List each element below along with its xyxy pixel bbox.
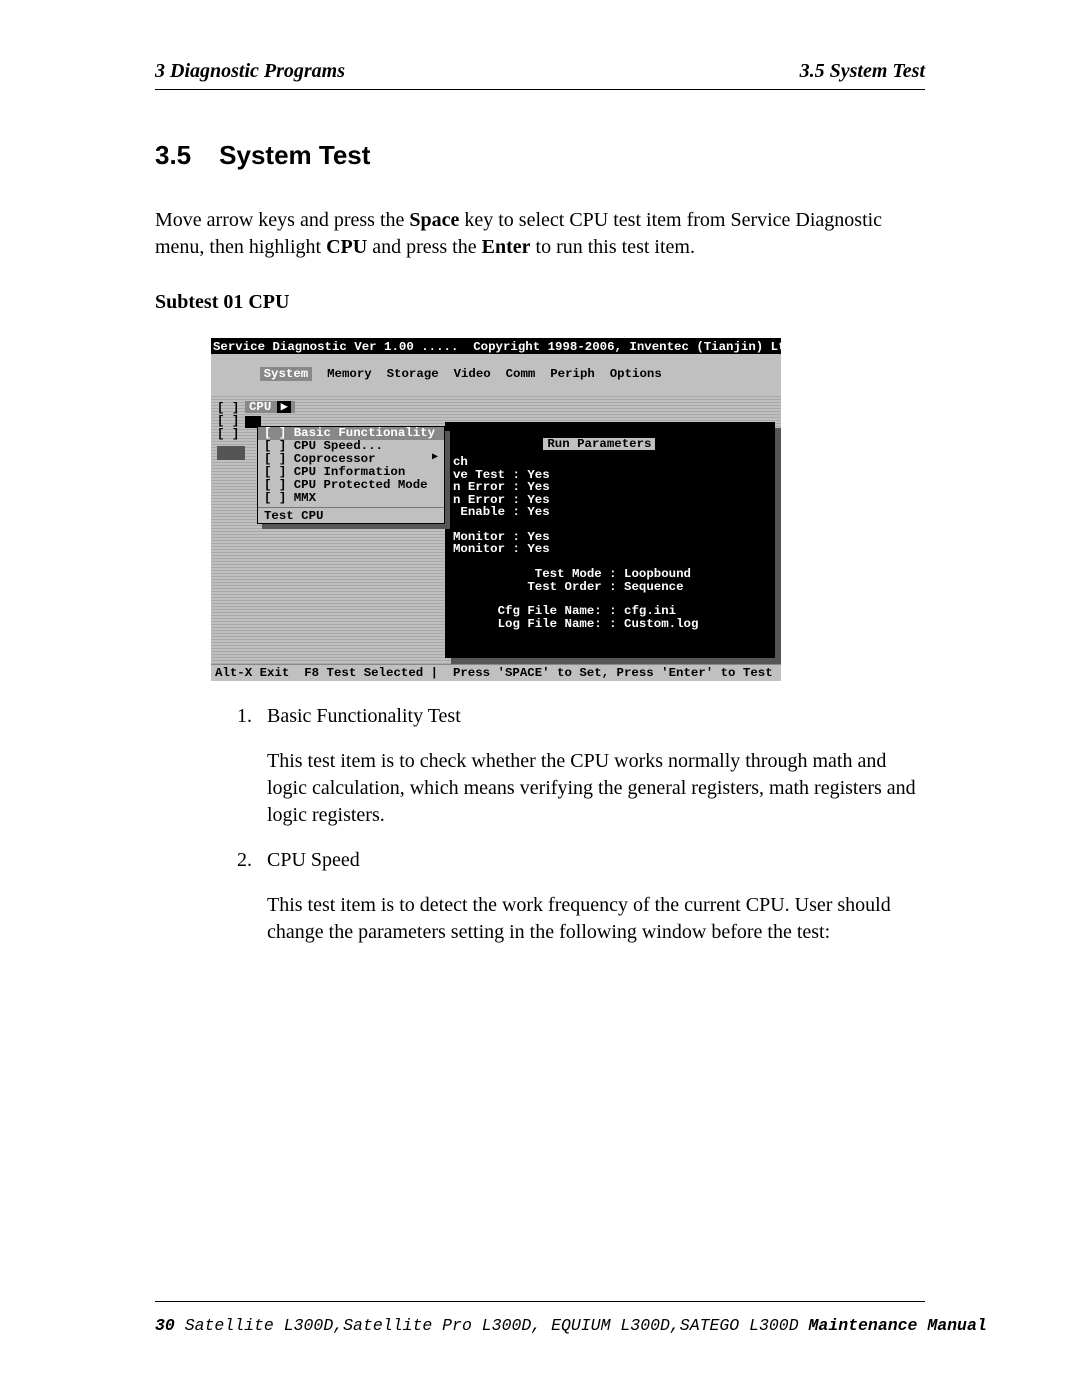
list-item: 1. Basic Functionality Test This test it… xyxy=(237,705,925,829)
footer-manual: Maintenance Manual xyxy=(809,1316,987,1335)
cpu-selected-item[interactable]: CPU ▶ xyxy=(245,401,295,413)
section-number: 3.5 xyxy=(155,140,191,171)
params-lines: ch ve Test : Yes n Error : Yes n Error :… xyxy=(453,456,767,630)
header-left: 3 Diagnostic Programs xyxy=(155,60,345,83)
menu-separator xyxy=(258,507,444,508)
params-content: Run Parameters ch ve Test : Yes n Error … xyxy=(445,422,775,659)
footer-text: 30 Satellite L300D,Satellite Pro L300D, … xyxy=(155,1316,925,1335)
dos-screenshot: Service Diagnostic Ver 1.00 ..... Copyri… xyxy=(211,338,781,681)
section-name: System Test xyxy=(219,140,370,170)
list-item: 2. CPU Speed This test item is to detect… xyxy=(237,849,925,946)
cpu-submenu: [ ] Basic Functionality [ ] CPU Speed...… xyxy=(257,426,445,524)
page-footer: 30 Satellite L300D,Satellite Pro L300D, … xyxy=(155,1301,925,1335)
intro-paragraph: Move arrow keys and press the Space key … xyxy=(155,207,925,261)
menu-test-cpu[interactable]: Test CPU xyxy=(258,510,444,523)
intro-text: and press the xyxy=(367,236,481,258)
list-title: CPU Speed xyxy=(267,849,925,872)
menu-coprocessor[interactable]: [ ] Coprocessor▶ xyxy=(258,453,444,466)
footer-models: Satellite L300D,Satellite Pro L300D, EQU… xyxy=(175,1316,809,1335)
list-title: Basic Functionality Test xyxy=(267,705,925,728)
running-header: 3 Diagnostic Programs 3.5 System Test xyxy=(155,60,925,90)
dos-title-bar: Service Diagnostic Ver 1.00 ..... Copyri… xyxy=(211,340,781,354)
menubar-memory[interactable]: Memory xyxy=(327,367,372,381)
shadow-stub xyxy=(217,446,245,460)
subtest-heading: Subtest 01 CPU xyxy=(155,291,925,314)
list-number: 1. xyxy=(237,705,267,829)
key-cpu: CPU xyxy=(326,236,367,258)
dos-menubar: System Memory Storage Video Comm Periph … xyxy=(211,354,781,393)
submenu-arrow-icon: ▶ xyxy=(277,401,291,413)
list-description: This test item is to detect the work fre… xyxy=(267,892,925,946)
params-title: Run Parameters xyxy=(543,438,655,450)
menubar-video[interactable]: Video xyxy=(454,367,491,381)
menu-cpu-information[interactable]: [ ] CPU Information xyxy=(258,466,444,479)
page-number: 30 xyxy=(155,1316,175,1335)
menu-cpu-protected-mode[interactable]: [ ] CPU Protected Mode xyxy=(258,479,444,492)
menubar-periph[interactable]: Periph xyxy=(550,367,595,381)
menu-basic-functionality[interactable]: [ ] Basic Functionality xyxy=(258,427,444,440)
footer-rule xyxy=(155,1301,925,1302)
side-brackets: [ ] [ ] [ ] xyxy=(217,402,239,441)
ordered-list: 1. Basic Functionality Test This test it… xyxy=(237,705,925,946)
dos-status-bar: Alt-X Exit F8 Test Selected | Press 'SPA… xyxy=(211,664,781,681)
header-right: 3.5 System Test xyxy=(800,60,925,83)
menubar-comm[interactable]: Comm xyxy=(506,367,536,381)
intro-text: Move arrow keys and press the xyxy=(155,209,409,231)
dos-workspace: [ ] [ ] [ ] CPU ▶ Run Parameters ch ve T… xyxy=(211,394,781,664)
menubar-storage[interactable]: Storage xyxy=(387,367,439,381)
menu-mmx[interactable]: [ ] MMX xyxy=(258,492,444,505)
menubar-system[interactable]: System xyxy=(260,367,313,381)
list-description: This test item is to check whether the C… xyxy=(267,748,925,829)
list-number: 2. xyxy=(237,849,267,946)
run-parameters-panel: Run Parameters ch ve Test : Yes n Error … xyxy=(445,422,775,658)
key-space: Space xyxy=(409,209,459,231)
key-enter: Enter xyxy=(482,236,531,258)
cpu-label: CPU xyxy=(249,401,271,413)
intro-text: to run this test item. xyxy=(531,236,695,258)
menubar-options[interactable]: Options xyxy=(610,367,662,381)
submenu-arrow-icon: ▶ xyxy=(432,453,438,466)
section-title: 3.5 System Test xyxy=(155,140,925,171)
menu-cpu-speed[interactable]: [ ] CPU Speed... xyxy=(258,440,444,453)
